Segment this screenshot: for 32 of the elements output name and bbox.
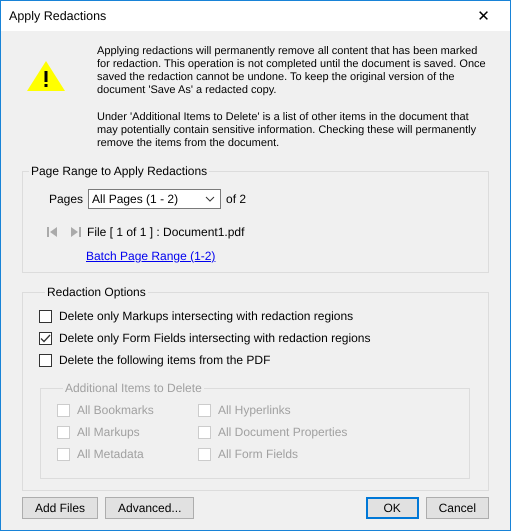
group-title: Redaction Options (46, 285, 147, 299)
option-label: All Metadata (77, 447, 144, 461)
batch-page-range-link[interactable]: Batch Page Range (1-2) (86, 249, 216, 263)
window-title: Apply Redactions (8, 9, 106, 23)
checkbox[interactable] (39, 310, 52, 322)
warning-icon (26, 60, 66, 92)
group-title: Page Range to Apply Redactions (30, 164, 208, 178)
dialog-button[interactable]: Advanced... (105, 497, 194, 519)
option-label: All Document Properties (218, 425, 348, 439)
dialog-button[interactable]: OK (366, 497, 419, 519)
warning-message: Applying redactions will permanently remove all content that has been marked for redaction. This operation is not completed until the document is saved. Once saved the redaction cannot be undone. To keep the original version of the document 'Save As' a redacted copy. (97, 45, 487, 97)
file-info: File [ 1 of 1 ] : Document1.pdf (87, 225, 244, 239)
page-total: of 2 (226, 192, 246, 206)
option-label: All Markups (77, 425, 140, 439)
option-label: All Bookmarks (77, 403, 154, 417)
first-file-icon[interactable] (47, 227, 57, 237)
option-label: Delete only Markups intersecting with redaction regions (59, 309, 354, 323)
close-button[interactable]: ✕ (457, 1, 510, 31)
group-title: Additional Items to Delete (64, 381, 203, 395)
chevron-down-icon (205, 196, 216, 202)
pages-dropdown[interactable]: All Pages (1 - 2) (88, 189, 222, 209)
dialog-button[interactable]: Cancel (426, 497, 489, 519)
checkbox[interactable] (39, 332, 52, 344)
pages-label: Pages (49, 192, 84, 206)
warning-message: Under 'Additional Items to Delete' is a list of other items in the document that may potentially contain sensitive information. Checking these will permanently remove the items from the document. (97, 111, 478, 150)
option-label: Delete only Form Fields intersecting with redaction regions (59, 331, 370, 345)
option-label: Delete the following items from the PDF (59, 353, 270, 367)
option-label: All Hyperlinks (218, 403, 291, 417)
last-file-icon[interactable] (71, 227, 81, 237)
checkbox[interactable] (39, 354, 52, 366)
option-label: All Form Fields (218, 447, 298, 461)
dialog-button[interactable]: Add Files (22, 497, 98, 519)
